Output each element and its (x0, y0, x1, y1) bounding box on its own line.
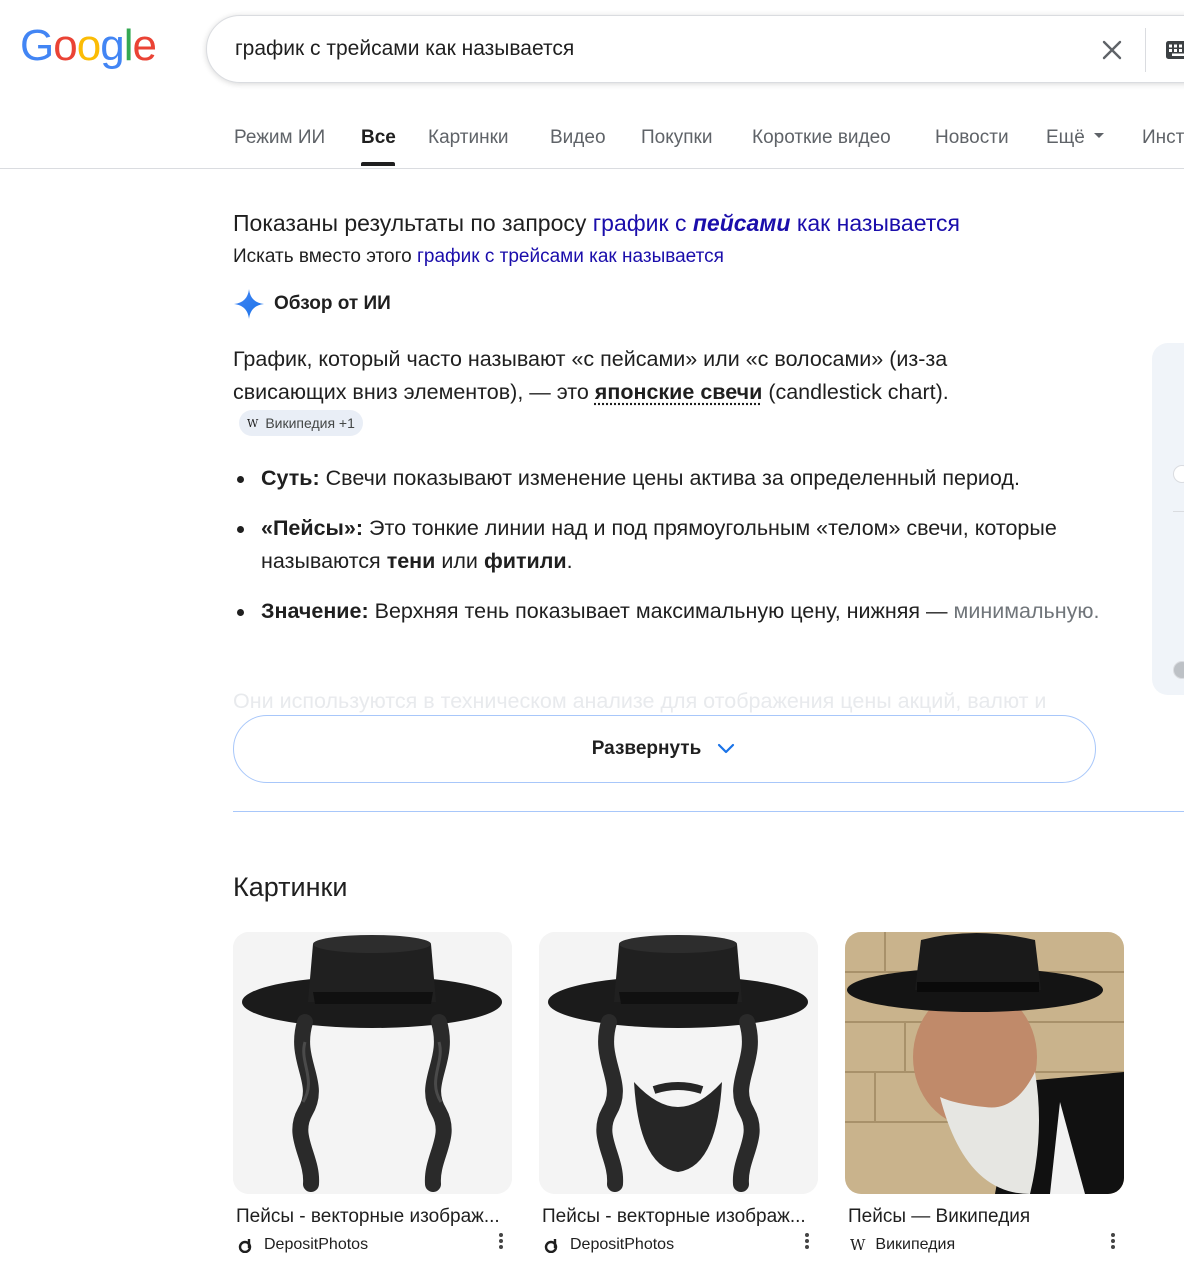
corrected-part: как называется (796, 210, 960, 236)
image-source-name: Википедия (875, 1236, 956, 1253)
logo-letter: G (20, 21, 54, 70)
tab-more[interactable]: Ещё (1046, 127, 1104, 149)
images-section-title: Картинки (233, 872, 348, 902)
bullet-term: фитили (483, 549, 567, 573)
image-source-name: DepositPhotos (264, 1236, 369, 1253)
search-input[interactable] (235, 16, 1055, 82)
logo-letter: o (53, 21, 78, 70)
ai-overview-title: Обзор от ИИ (274, 293, 391, 314)
image-thumbnail[interactable] (539, 932, 818, 1194)
bullet-text: Это тонкие линии над и под прямоугольным… (261, 516, 1057, 573)
tab-tools[interactable]: Инст (1142, 127, 1184, 149)
search-instead: Искать вместо этого график с трейсами ка… (233, 246, 724, 268)
wikipedia-icon: W (247, 416, 259, 430)
list-item: Суть: Свечи показывают изменение цены ак… (233, 462, 1113, 495)
list-item: Значение: Верхняя тень показывает максим… (233, 595, 1113, 628)
spelling-correction: Показаны результаты по запросу график с … (233, 210, 960, 237)
tab-more-label: Ещё (1046, 127, 1085, 148)
image-result-card[interactable]: Пейсы — Википедия W Википедия (845, 932, 1124, 1254)
spelling-prefix: Показаны результаты по запросу (233, 210, 587, 236)
hat-beard-image (539, 932, 818, 1194)
bullet-heading: Суть: (261, 466, 320, 490)
image-result-card[interactable]: Пейсы - векторные изображ... DepositPhot… (539, 932, 818, 1254)
tab-videos[interactable]: Видео (550, 127, 606, 149)
image-source: DepositPhotos (233, 1236, 512, 1254)
ai-overview-bullets: Суть: Свечи показывают изменение цены ак… (233, 462, 1113, 645)
depositphotos-icon (544, 1237, 560, 1253)
source-chip-label: Википедия +1 (265, 414, 355, 431)
expand-label: Развернуть (591, 738, 702, 759)
search-tabs: Режим ИИ Все Картинки Видео Покупки Коро… (0, 110, 1184, 169)
image-thumbnail[interactable] (233, 932, 512, 1194)
tab-news[interactable]: Новости (935, 127, 1009, 149)
image-caption[interactable]: Пейсы — Википедия (845, 1206, 1123, 1228)
corrected-word: пейсами (692, 210, 791, 236)
man-portrait-image (845, 932, 1124, 1194)
tab-short-videos[interactable]: Короткие видео (752, 127, 891, 149)
bullet-heading: Значение: (261, 599, 369, 623)
more-vert-icon[interactable] (498, 1232, 504, 1250)
image-result-card[interactable]: Пейсы - векторные изображ... DepositPhot… (233, 932, 512, 1254)
ai-overview-header: Обзор от ИИ (233, 288, 391, 320)
bullet-term: тени (386, 549, 436, 573)
image-source: W Википедия (845, 1236, 1124, 1254)
bullet-heading: «Пейсы»: (261, 516, 364, 540)
logo-letter: l (123, 21, 134, 70)
wikipedia-icon: W (850, 1236, 866, 1254)
corrected-part: график с (592, 210, 687, 236)
search-instead-prefix: Искать вместо этого (233, 246, 412, 267)
ai-overview-divider (233, 811, 1184, 812)
image-source: DepositPhotos (539, 1236, 818, 1254)
more-vert-icon[interactable] (1110, 1232, 1116, 1250)
tab-all[interactable]: Все (361, 127, 396, 149)
search-divider (1145, 28, 1146, 72)
source-favicon (1173, 661, 1184, 679)
clear-icon[interactable] (1100, 38, 1124, 62)
panel-separator (1173, 511, 1184, 512)
image-caption[interactable]: Пейсы - векторные изображ... (539, 1206, 817, 1228)
image-source-name: DepositPhotos (570, 1236, 675, 1253)
keyboard-icon[interactable] (1165, 40, 1184, 60)
depositphotos-icon (238, 1237, 254, 1253)
candlestick-link[interactable]: японские свечи (595, 380, 763, 404)
bullet-text: . (566, 549, 573, 573)
gemini-sparkle-icon (234, 289, 264, 319)
ai-overview-intro: График, который часто называют «с пейсам… (233, 343, 993, 442)
tab-ai-mode[interactable]: Режим ИИ (234, 127, 325, 149)
logo-letter: o (76, 21, 102, 70)
intro-text: (candlestick chart). (768, 380, 949, 404)
bullet-text-faded: минимальную. (953, 599, 1100, 623)
bullet-text: или (441, 549, 478, 573)
chevron-down-icon (718, 743, 735, 754)
more-vert-icon[interactable] (804, 1232, 810, 1250)
faded-overflow-text: Они используются в техническом анализе д… (233, 689, 1047, 713)
search-box[interactable] (206, 15, 1184, 83)
source-chip[interactable]: W Википедия +1 (239, 410, 363, 437)
ai-sources-panel[interactable] (1152, 343, 1184, 695)
logo-letter: e (132, 21, 157, 70)
bullet-text: Верхняя тень показывает максимальную цен… (374, 599, 948, 623)
original-query-link[interactable]: график с трейсами как называется (417, 246, 724, 267)
tab-images[interactable]: Картинки (428, 127, 509, 149)
bullet-text: Свечи показывают изменение цены актива з… (325, 466, 1020, 490)
list-item: «Пейсы»: Это тонкие линии над и под прям… (233, 512, 1113, 578)
google-logo[interactable]: Google (20, 21, 157, 70)
tab-shopping[interactable]: Покупки (641, 127, 712, 149)
hat-sidelocks-image (233, 932, 512, 1194)
image-caption[interactable]: Пейсы - векторные изображ... (233, 1206, 511, 1228)
source-favicon (1173, 465, 1184, 483)
corrected-query-link[interactable]: график с пейсами как называется (593, 210, 960, 236)
logo-letter: g (100, 21, 125, 70)
chevron-down-icon (1093, 133, 1104, 139)
active-tab-indicator (361, 162, 395, 166)
image-thumbnail[interactable] (845, 932, 1124, 1194)
expand-button[interactable]: Развернуть (233, 715, 1096, 783)
